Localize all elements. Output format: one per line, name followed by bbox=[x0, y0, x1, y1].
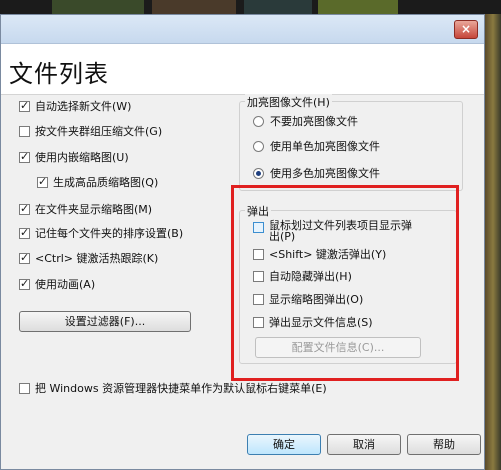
checkbox-label: 使用内嵌缩略图(U) bbox=[35, 151, 129, 164]
radio-icon bbox=[253, 140, 264, 152]
checkbox-icon bbox=[19, 382, 30, 394]
checkbox-label: 生成高品质缩略图(Q) bbox=[53, 176, 159, 189]
checkbox-label: 在文件夹显示缩略图(M) bbox=[35, 203, 153, 216]
background-thumbnail bbox=[52, 0, 144, 14]
checkbox-icon bbox=[19, 99, 30, 112]
checkbox-remember-sort-per-folder[interactable]: 记住每个文件夹的排序设置(B) bbox=[19, 225, 183, 241]
checkbox-label: 使用动画(A) bbox=[35, 278, 96, 291]
close-button[interactable]: × bbox=[454, 20, 478, 39]
checkbox-show-folder-thumbnails[interactable]: 在文件夹显示缩略图(M) bbox=[19, 201, 152, 217]
checkbox-icon bbox=[19, 251, 30, 264]
checkbox-label: 按文件夹群组压缩文件(G) bbox=[35, 125, 163, 138]
checkbox-icon bbox=[19, 150, 30, 163]
ok-button[interactable]: 确定 bbox=[247, 434, 321, 455]
checkbox-use-embedded-thumbnails[interactable]: 使用内嵌缩略图(U) bbox=[19, 149, 129, 165]
radio-icon bbox=[253, 167, 264, 179]
checkbox-icon bbox=[19, 277, 30, 290]
help-button[interactable]: 帮助 bbox=[407, 434, 481, 455]
background-strip bbox=[0, 0, 501, 14]
checkbox-use-animation[interactable]: 使用动画(A) bbox=[19, 276, 95, 292]
checkbox-ctrl-hot-tracking[interactable]: <Ctrl> 键激活热跟踪(K) bbox=[19, 250, 158, 266]
background-thumbnail bbox=[318, 0, 398, 14]
checkbox-label: 自动选择新文件(W) bbox=[35, 100, 132, 113]
radio-single-color-highlight[interactable]: 使用单色加亮图像文件 bbox=[253, 138, 380, 154]
radio-no-highlight[interactable]: 不要加亮图像文件 bbox=[253, 113, 358, 129]
checkbox-group-compress-by-folder[interactable]: 按文件夹群组压缩文件(G) bbox=[19, 123, 162, 139]
radio-label: 不要加亮图像文件 bbox=[270, 115, 358, 128]
highlight-images-group-title: 加亮图像文件(H) bbox=[245, 94, 332, 110]
checkbox-icon bbox=[37, 175, 48, 188]
radio-multi-color-highlight[interactable]: 使用多色加亮图像文件 bbox=[253, 165, 380, 181]
checkbox-label: <Ctrl> 键激活热跟踪(K) bbox=[35, 252, 159, 265]
annotation-highlight-box bbox=[231, 185, 459, 381]
cancel-button[interactable]: 取消 bbox=[327, 434, 401, 455]
checkbox-auto-select-new-files[interactable]: 自动选择新文件(W) bbox=[19, 98, 131, 114]
radio-label: 使用多色加亮图像文件 bbox=[270, 167, 380, 180]
background-edge bbox=[485, 14, 501, 470]
checkbox-icon bbox=[19, 125, 30, 137]
set-filter-button[interactable]: 设置过滤器(F)... bbox=[19, 311, 191, 332]
checkbox-icon bbox=[19, 226, 30, 239]
checkbox-label: 把 Windows 资源管理器快捷菜单作为默认鼠标右键菜单(E) bbox=[35, 382, 327, 395]
checkbox-label: 记住每个文件夹的排序设置(B) bbox=[35, 227, 184, 240]
checkbox-explorer-context-menu[interactable]: 把 Windows 资源管理器快捷菜单作为默认鼠标右键菜单(E) bbox=[19, 380, 327, 396]
radio-label: 使用单色加亮图像文件 bbox=[270, 140, 380, 153]
page-title: 文件列表 bbox=[9, 60, 109, 88]
background-thumbnail bbox=[244, 0, 312, 14]
close-icon: × bbox=[460, 22, 472, 36]
page-header: 文件列表 bbox=[1, 44, 484, 95]
file-list-options-dialog: × 文件列表 自动选择新文件(W) 按文件夹群组压缩文件(G) 使用内嵌缩略图(… bbox=[0, 14, 485, 470]
radio-icon bbox=[253, 115, 264, 127]
background-thumbnail bbox=[152, 0, 236, 14]
checkbox-high-quality-thumbnails[interactable]: 生成高品质缩略图(Q) bbox=[37, 174, 158, 190]
checkbox-icon bbox=[19, 202, 30, 215]
title-bar: × bbox=[1, 15, 484, 44]
